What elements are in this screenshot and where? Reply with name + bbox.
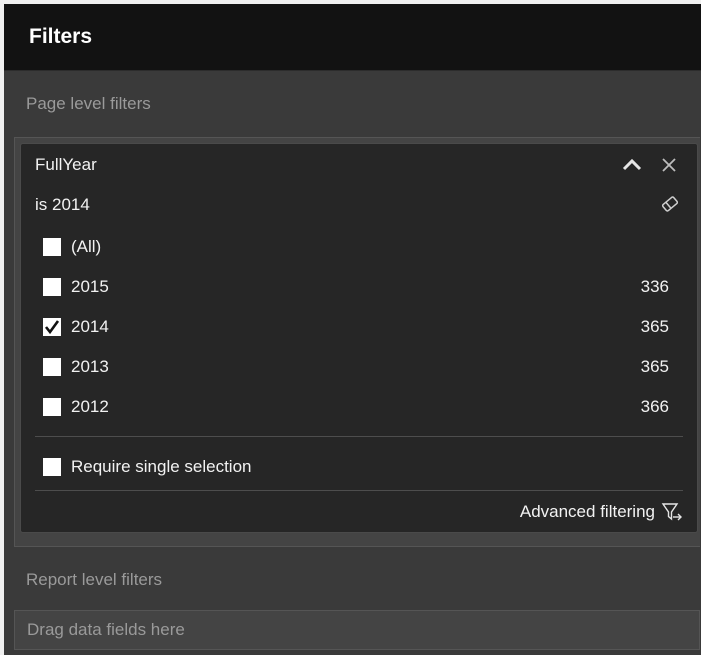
eraser-icon[interactable] bbox=[657, 191, 683, 217]
drag-zone-placeholder: Drag data fields here bbox=[27, 620, 185, 639]
filter-summary: is 2014 bbox=[35, 190, 697, 220]
close-icon[interactable] bbox=[657, 152, 681, 178]
filter-option-label: 2015 bbox=[71, 277, 109, 296]
divider bbox=[35, 436, 683, 437]
page-level-filters-well: FullYear is 2014 (All) 2015 336 2014 365… bbox=[14, 137, 700, 547]
report-level-drop-zone[interactable]: Drag data fields here bbox=[14, 610, 700, 650]
require-single-selection-option[interactable]: Require single selection bbox=[43, 452, 669, 482]
filter-card-fullyear: FullYear is 2014 (All) 2015 336 2014 365… bbox=[20, 143, 698, 533]
filter-option-2012[interactable]: 2012 366 bbox=[43, 392, 669, 422]
filters-title: Filters bbox=[29, 25, 93, 48]
chevron-up-icon[interactable] bbox=[619, 152, 645, 178]
filter-option-label: (All) bbox=[71, 237, 102, 256]
checkbox[interactable] bbox=[43, 458, 61, 476]
require-single-selection-label: Require single selection bbox=[71, 457, 252, 476]
filter-option-count: 365 bbox=[640, 317, 669, 336]
filter-option-2015[interactable]: 2015 336 bbox=[43, 272, 669, 302]
filter-field-name-label: FullYear bbox=[35, 155, 97, 174]
checkmark-icon bbox=[44, 320, 60, 335]
filter-option-all[interactable]: (All) bbox=[43, 232, 669, 262]
advanced-filtering-label: Advanced filtering bbox=[519, 502, 655, 521]
checkbox[interactable] bbox=[43, 278, 61, 296]
filter-field-name[interactable]: FullYear bbox=[35, 150, 697, 180]
filter-option-count: 366 bbox=[640, 397, 669, 416]
advanced-filtering-link[interactable]: Advanced filtering bbox=[520, 498, 683, 526]
filters-header: Filters bbox=[4, 4, 701, 70]
divider bbox=[35, 490, 683, 491]
filter-option-label: 2013 bbox=[71, 357, 109, 376]
filter-option-count: 365 bbox=[640, 357, 669, 376]
filter-option-count: 336 bbox=[640, 277, 669, 296]
page-level-filters-heading: Page level filters bbox=[4, 70, 701, 137]
filters-pane: Filters Page level filters FullYear is 2 bbox=[4, 4, 701, 655]
report-level-filters-label: Report level filters bbox=[26, 570, 163, 589]
checkbox[interactable] bbox=[43, 358, 61, 376]
filter-option-2013[interactable]: 2013 365 bbox=[43, 352, 669, 382]
filter-option-label: 2012 bbox=[71, 397, 109, 416]
funnel-arrow-icon bbox=[661, 503, 682, 521]
checkbox[interactable] bbox=[43, 398, 61, 416]
filter-option-label: 2014 bbox=[71, 317, 109, 336]
checkbox-checked[interactable] bbox=[43, 318, 61, 336]
checkbox[interactable] bbox=[43, 238, 61, 256]
filter-option-2014[interactable]: 2014 365 bbox=[43, 312, 669, 342]
report-level-filters-heading: Report level filters bbox=[4, 560, 701, 600]
page-level-filters-label: Page level filters bbox=[26, 94, 151, 113]
filter-summary-text: is 2014 bbox=[35, 195, 90, 214]
